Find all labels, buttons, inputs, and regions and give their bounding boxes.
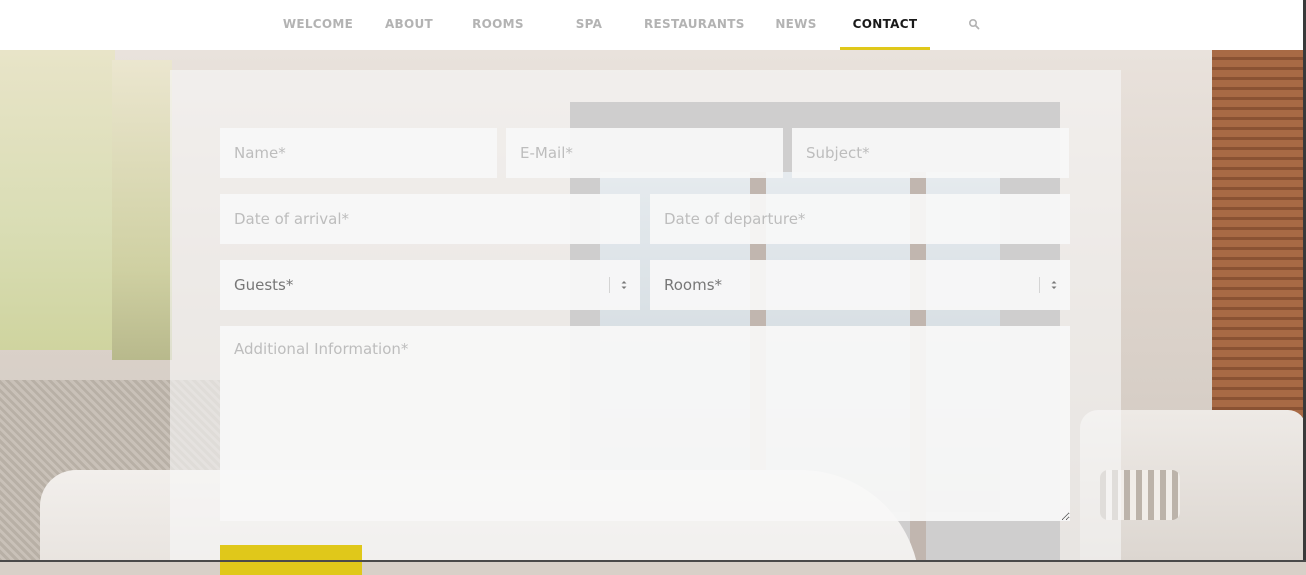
wall-art xyxy=(112,60,172,360)
subject-field[interactable] xyxy=(792,128,1069,178)
nav-item-news[interactable]: NEWS xyxy=(774,0,818,50)
nav-item-welcome[interactable]: WELCOME xyxy=(282,0,354,50)
select-separator xyxy=(1039,277,1040,293)
email-field[interactable] xyxy=(506,128,783,178)
guests-select[interactable]: Guests* xyxy=(220,260,640,310)
rooms-select-value: Rooms* xyxy=(664,276,723,294)
search-icon[interactable] xyxy=(968,18,980,30)
window-blinds xyxy=(1212,50,1306,430)
name-field[interactable] xyxy=(220,128,497,178)
nav-item-about[interactable]: ABOUT xyxy=(382,0,436,50)
select-arrows-icon xyxy=(1051,281,1057,289)
wall-panel xyxy=(0,50,115,350)
select-arrows-icon xyxy=(621,281,627,289)
nav-item-rooms[interactable]: ROOMS xyxy=(470,0,526,50)
rooms-select[interactable]: Rooms* xyxy=(650,260,1070,310)
nav-item-contact[interactable]: CONTACT xyxy=(840,0,930,50)
arrival-date-field[interactable] xyxy=(220,194,640,244)
top-navigation: WELCOME ABOUT ROOMS SPA RESTAURANTS NEWS… xyxy=(0,0,1306,50)
departure-date-field[interactable] xyxy=(650,194,1070,244)
nav-item-spa[interactable]: SPA xyxy=(572,0,606,50)
select-separator xyxy=(609,277,610,293)
additional-information-field[interactable] xyxy=(220,326,1070,521)
guests-select-value: Guests* xyxy=(234,276,294,294)
nav-item-restaurants[interactable]: RESTAURANTS xyxy=(644,0,744,50)
